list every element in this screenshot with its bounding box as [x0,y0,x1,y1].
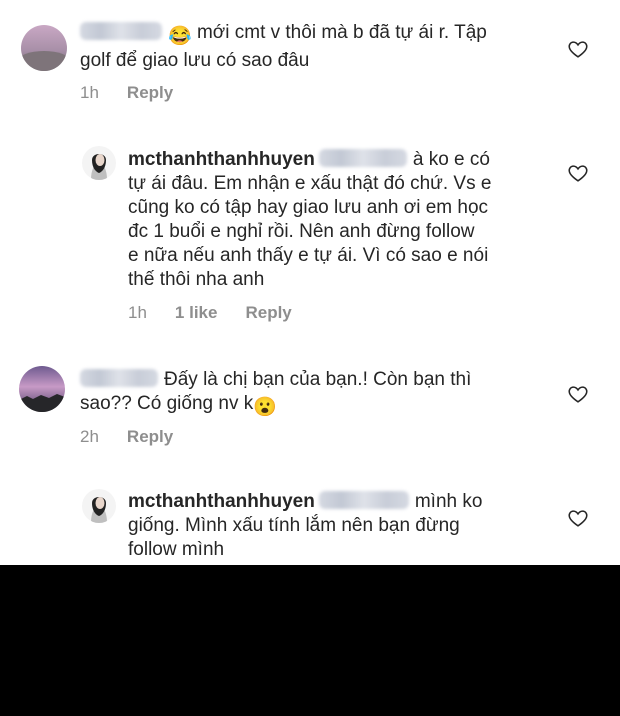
comment-meta: 1h Reply [80,83,173,103]
reply-meta: 1h 1 like Reply [128,303,292,323]
blurred-username[interactable] [80,369,158,387]
heart-outline-icon[interactable] [567,507,589,529]
commenter-avatar[interactable] [21,25,67,71]
reply-2: mcthanhthanhhuyen mình ko giống. Mình xấu… [0,480,620,565]
reply-text: mcthanhthanhhuyen mình ko giống. Mình xấu… [128,491,483,560]
comment-1: 😂 mới cmt v thôi mà b đã tự ái r. Tập go… [0,0,620,110]
reply-button[interactable]: Reply [127,427,173,447]
comment-meta: 2h Reply [80,427,173,447]
comment-2: Đấy là chị bạn của bạn.! Còn bạn thì sao… [0,355,620,455]
redacted-black-region [0,565,620,716]
tears-of-joy-emoji-icon: 😂 [168,26,192,47]
reply-username[interactable]: mcthanhthanhhuyen [128,491,315,512]
heart-outline-icon[interactable] [567,383,589,405]
replier-avatar[interactable] [82,146,116,180]
comment-time: 2h [80,427,99,446]
reply-button[interactable]: Reply [245,303,291,323]
blurred-username[interactable] [80,22,162,40]
comment-time: 1h [80,83,99,102]
heart-outline-icon[interactable] [567,38,589,60]
likes-count[interactable]: 1 like [175,303,218,323]
reply-username[interactable]: mcthanhthanhhuyen [128,149,315,170]
blurred-mention[interactable] [318,149,407,167]
reply-time: 1h [128,303,147,322]
replier-avatar[interactable] [82,489,116,523]
reply-1: mcthanhthanhhuyen à ko e có tự ái đâu. Em… [0,140,620,330]
comment-text: 😂 mới cmt v thôi mà b đã tự ái r. Tập go… [80,22,487,71]
commenter-avatar[interactable] [19,366,65,412]
comment-text: Đấy là chị bạn của bạn.! Còn bạn thì sao… [80,369,472,418]
heart-outline-icon[interactable] [567,162,589,184]
blurred-mention[interactable] [318,491,409,509]
astonished-emoji-icon: 😮 [253,397,277,418]
reply-text: mcthanhthanhhuyen à ko e có tự ái đâu. Em… [128,149,492,290]
reply-button[interactable]: Reply [127,83,173,103]
